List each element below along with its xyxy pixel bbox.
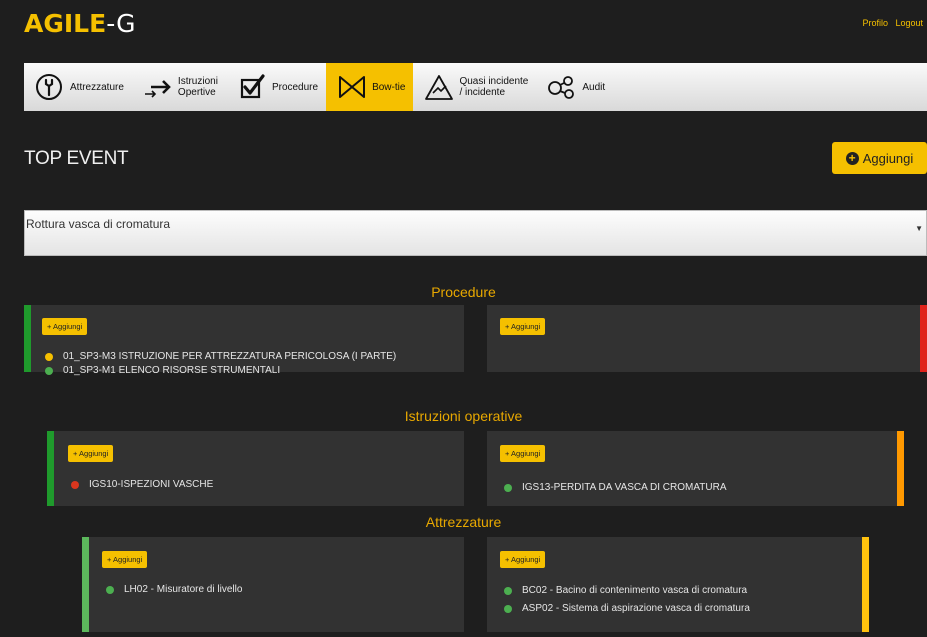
istruzioni-left-panel: + Aggiungi IGS10-ISPEZIONI VASCHE	[47, 431, 464, 506]
nav-label: Bow-tie	[372, 81, 406, 93]
section-title-procedure: Procedure	[431, 284, 496, 300]
section-title-istruzioni: Istruzioni operative	[404, 408, 523, 424]
add-button[interactable]: + Aggiungi	[102, 551, 148, 568]
checkbox-icon	[240, 74, 265, 99]
status-dot-green	[504, 586, 512, 595]
attrezzature-right-panel: + Aggiungi BC02 - Bacino di contenimento…	[487, 537, 869, 632]
status-dot-green	[106, 585, 114, 594]
add-button[interactable]: + Aggiungi	[500, 445, 546, 462]
top-bar: AGILE-G Profilo Logout	[0, 0, 927, 48]
list-item[interactable]: LH02 - Misuratore di livello	[106, 584, 242, 595]
nav-item-attrezzature[interactable]: Attrezzature	[24, 63, 132, 111]
warning-triangle-icon	[425, 75, 454, 100]
dropdown-arrow-icon: ▼	[915, 224, 923, 233]
add-button[interactable]: + Aggiungi	[68, 445, 114, 462]
page-title: TOP EVENT	[24, 148, 129, 169]
nav-label: Istruzioni Opertive	[177, 76, 218, 98]
arrows-right-icon	[144, 80, 171, 98]
nav-label: Audit	[582, 81, 606, 93]
status-dot-yellow	[45, 352, 53, 361]
spanner-icon	[36, 74, 62, 100]
list-item[interactable]: 01_SP3-M3 ISTRUZIONE PER ATTREZZATURA PE…	[45, 351, 396, 362]
logo-text-secondary: -G	[106, 9, 136, 38]
nav-item-audit[interactable]: Audit	[536, 63, 613, 111]
item-label: 01_SP3-M3 ISTRUZIONE PER ATTREZZATURA PE…	[63, 351, 397, 362]
nav-item-bowtie[interactable]: Bow-tie	[326, 63, 414, 111]
nav-item-procedure[interactable]: Procedure	[226, 63, 326, 111]
top-event-select[interactable]: Rottura vasca di cromatura ▼	[24, 210, 927, 256]
list-item[interactable]: BC02 - Bacino di contenimento vasca di c…	[504, 585, 747, 596]
section-title-attrezzature: Attrezzature	[425, 514, 502, 530]
nav-label: Quasi incidente / incidente	[459, 76, 529, 98]
procedure-right-panel: + Aggiungi	[487, 305, 927, 372]
main-nav: Attrezzature Istruzioni Opertive Procedu…	[24, 63, 927, 111]
add-button-label: Aggiungi	[862, 150, 914, 166]
status-dot-green	[504, 483, 512, 492]
nav-label: Attrezzature	[70, 81, 124, 93]
nav-item-istruzioni[interactable]: Istruzioni Opertive	[132, 63, 226, 111]
top-event-value: Rottura vasca di cromatura	[26, 217, 171, 231]
istruzioni-right-panel: + Aggiungi IGS13-PERDITA DA VASCA DI CRO…	[487, 431, 904, 506]
network-nodes-icon	[548, 76, 575, 99]
add-top-event-button[interactable]: + Aggiungi	[832, 142, 927, 174]
status-dot-green	[45, 366, 53, 375]
item-label: IGS10-ISPEZIONI VASCHE	[89, 479, 214, 490]
app-logo[interactable]: AGILE-G	[24, 8, 136, 40]
status-dot-red	[71, 480, 79, 489]
item-label: BC02 - Bacino di contenimento vasca di c…	[522, 585, 748, 596]
item-label: IGS13-PERDITA DA VASCA DI CROMATURA	[522, 482, 727, 493]
nav-item-quasi-incidente[interactable]: Quasi incidente / incidente	[413, 63, 536, 111]
nav-label: Procedure	[271, 81, 319, 93]
list-item[interactable]: IGS13-PERDITA DA VASCA DI CROMATURA	[504, 482, 727, 493]
list-item[interactable]: 01_SP3-M1 ELENCO RISORSE STRUMENTALI	[45, 365, 280, 376]
item-label: ASP02 - Sistema di aspirazione vasca di …	[522, 603, 750, 614]
logout-link[interactable]: Logout	[895, 18, 923, 28]
logo-text-primary: AGILE	[24, 9, 107, 38]
add-button[interactable]: + Aggiungi	[42, 318, 88, 335]
plus-circle-icon: +	[845, 151, 859, 165]
bowtie-icon	[339, 76, 366, 98]
add-button[interactable]: + Aggiungi	[500, 551, 546, 568]
item-label: 01_SP3-M1 ELENCO RISORSE STRUMENTALI	[63, 365, 281, 376]
list-item[interactable]: IGS10-ISPEZIONI VASCHE	[71, 479, 213, 490]
item-label: LH02 - Misuratore di livello	[124, 584, 243, 595]
add-button[interactable]: + Aggiungi	[500, 318, 546, 335]
user-links: Profilo Logout	[857, 18, 923, 28]
status-dot-green	[504, 604, 512, 613]
attrezzature-left-panel: + Aggiungi LH02 - Misuratore di livello	[82, 537, 464, 632]
list-item[interactable]: ASP02 - Sistema di aspirazione vasca di …	[504, 603, 750, 614]
procedure-left-panel: + Aggiungi 01_SP3-M3 ISTRUZIONE PER ATTR…	[24, 305, 464, 376]
profile-link[interactable]: Profilo	[862, 18, 888, 28]
